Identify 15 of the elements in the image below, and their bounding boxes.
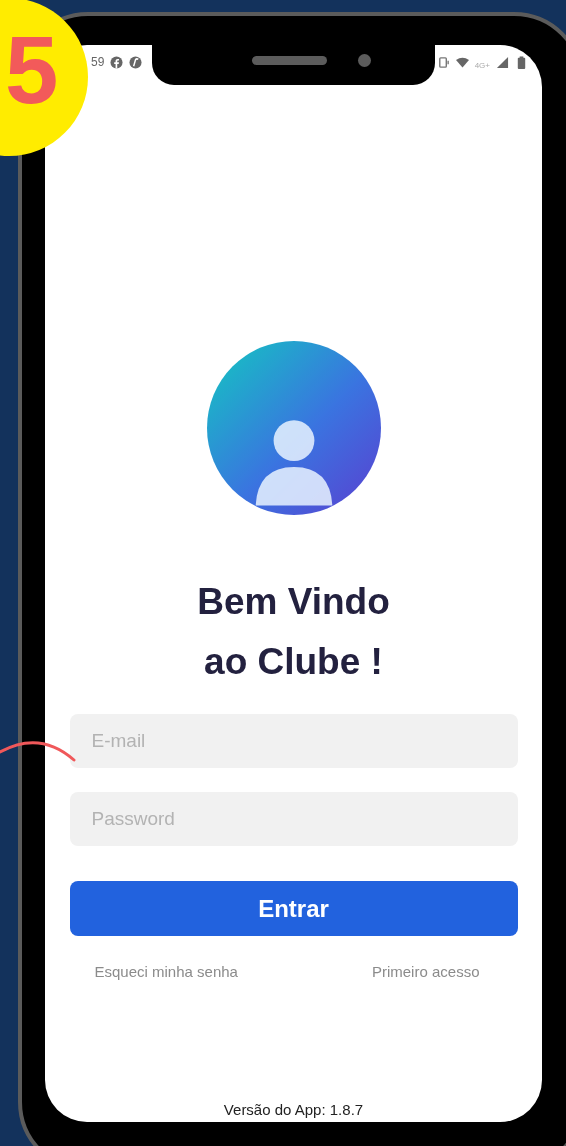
battery-icon — [515, 55, 528, 69]
welcome-title: Bem Vindo ao Clube ! — [197, 580, 390, 684]
app-icon — [129, 55, 143, 69]
input-field[interactable]: Password — [69, 792, 518, 846]
input-field[interactable]: E-mail — [69, 714, 518, 768]
app-version: Versão do App: 1.8.7 — [223, 1101, 364, 1118]
first-access-link[interactable]: Primeiro acesso — [371, 963, 480, 980]
signal-icon — [496, 55, 509, 69]
vibrate-icon — [436, 55, 450, 69]
enter-button[interactable]: Entrar — [69, 881, 518, 936]
network-label: 4G+ — [474, 60, 490, 70]
facebook-icon — [110, 55, 124, 69]
forgot-password-link[interactable]: Esqueci minha senha — [94, 963, 238, 980]
status-time: 59 — [91, 55, 105, 69]
wifi-icon — [455, 55, 469, 69]
